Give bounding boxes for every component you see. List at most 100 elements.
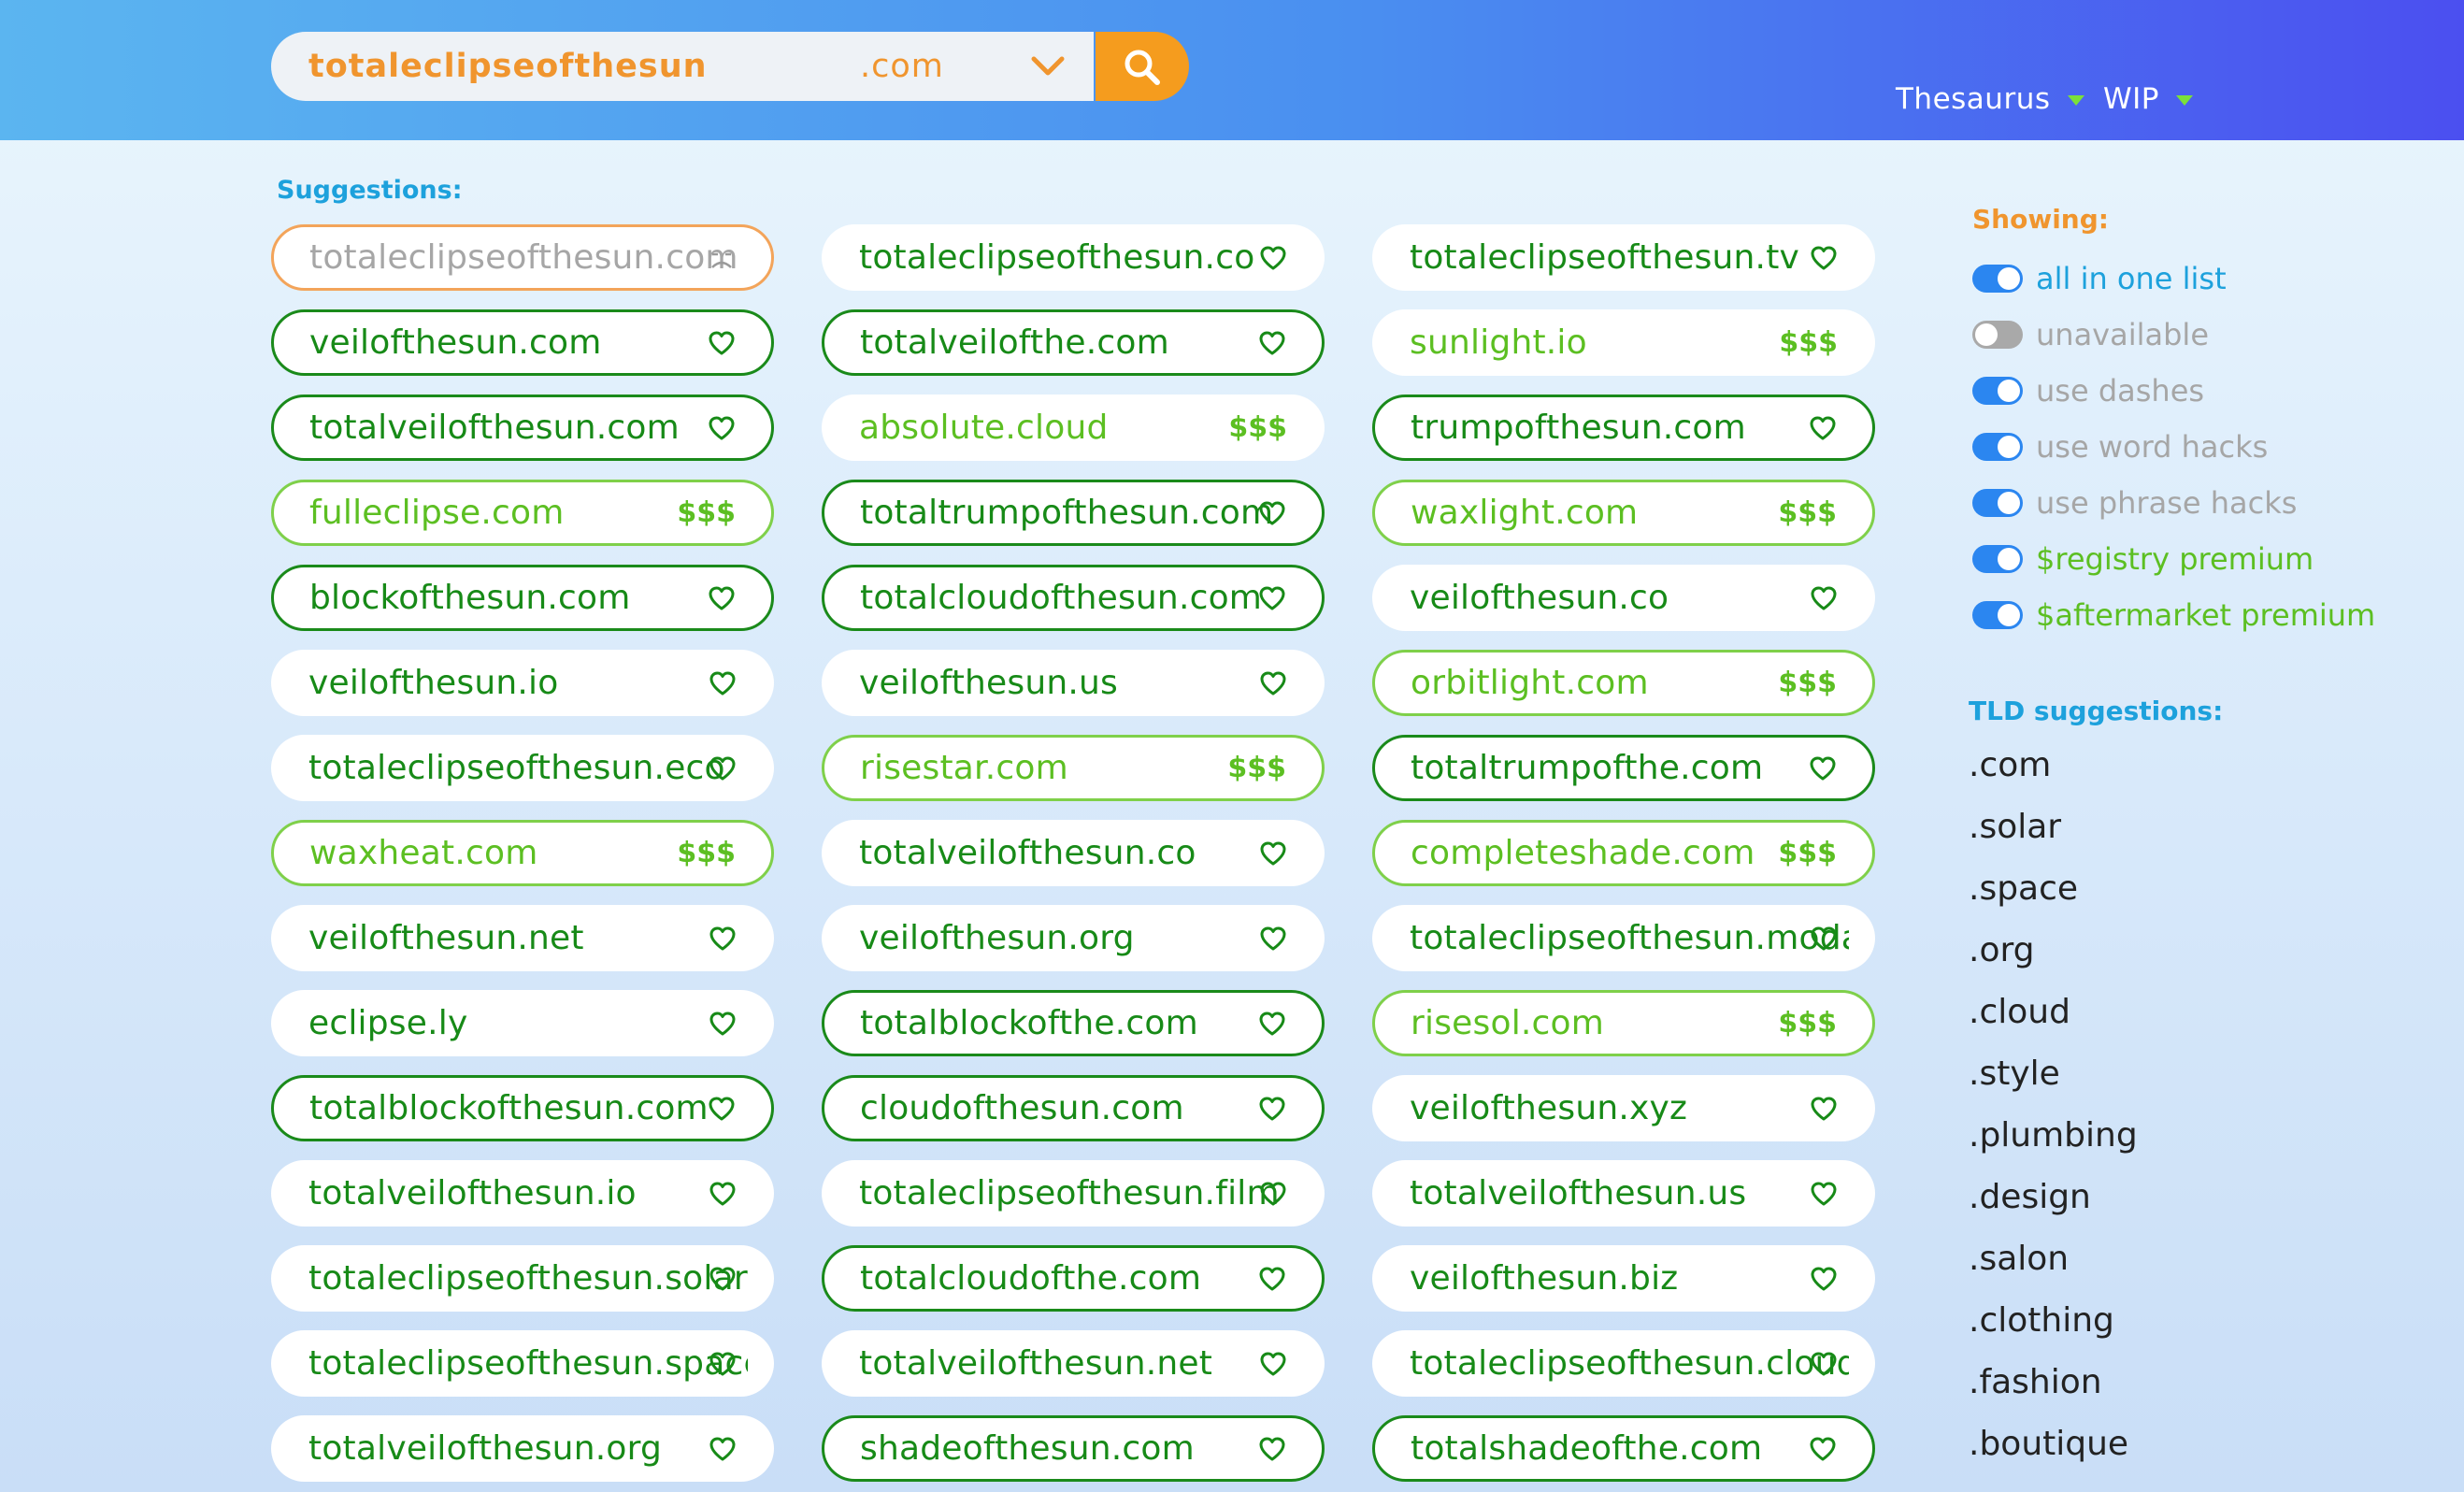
- heart-icon[interactable]: [1810, 1247, 1838, 1310]
- heart-icon[interactable]: [708, 397, 736, 458]
- heart-icon[interactable]: [1258, 1078, 1286, 1139]
- domain-suggestion-card[interactable]: totalveilofthesun.us: [1372, 1160, 1875, 1227]
- heart-icon[interactable]: [1810, 1332, 1838, 1395]
- domain-suggestion-card[interactable]: totaltrumpofthesun.com: [822, 480, 1325, 546]
- heart-icon[interactable]: [1810, 907, 1838, 969]
- heart-icon[interactable]: [1258, 1418, 1286, 1479]
- heart-icon[interactable]: [709, 907, 737, 969]
- tld-suggestion-item[interactable]: .boutique: [1969, 1425, 2128, 1463]
- domain-suggestion-card[interactable]: cloudofthesun.com: [822, 1075, 1325, 1141]
- domain-suggestion-card[interactable]: totaleclipseofthesun.moda: [1372, 905, 1875, 971]
- domain-suggestion-card[interactable]: totaleclipseofthesun.film: [822, 1160, 1325, 1227]
- heart-icon[interactable]: [709, 1162, 737, 1225]
- toggle-switch[interactable]: [1972, 489, 2023, 517]
- heart-icon[interactable]: [1809, 1418, 1837, 1479]
- domain-suggestion-card[interactable]: totalveilofthesun.io: [271, 1160, 774, 1227]
- toggle-switch[interactable]: [1972, 265, 2023, 293]
- heart-icon[interactable]: [1259, 226, 1287, 289]
- search-input[interactable]: totaleclipseofthesun: [308, 32, 708, 101]
- domain-suggestion-card[interactable]: totaleclipseofthesun.com: [271, 224, 774, 291]
- tld-suggestion-item[interactable]: .cloud: [1969, 993, 2070, 1031]
- domain-suggestion-card[interactable]: totalveilofthe.com: [822, 309, 1325, 376]
- tld-suggestion-item[interactable]: .design: [1969, 1178, 2091, 1216]
- domain-suggestion-card[interactable]: totaleclipseofthesun.eco: [271, 735, 774, 801]
- heart-icon[interactable]: [709, 1247, 737, 1310]
- heart-icon[interactable]: [1259, 652, 1287, 714]
- domain-suggestion-card[interactable]: veilofthesun.xyz: [1372, 1075, 1875, 1141]
- heart-icon[interactable]: [708, 567, 736, 628]
- domain-suggestion-card[interactable]: risesol.com $$$: [1372, 990, 1875, 1056]
- heart-icon[interactable]: [709, 652, 737, 714]
- tld-suggestion-item[interactable]: .plumbing: [1969, 1116, 2138, 1155]
- domain-suggestion-card[interactable]: totaleclipseofthesun.solar: [271, 1245, 774, 1312]
- search-field[interactable]: totaleclipseofthesun .com: [271, 32, 1094, 101]
- domain-suggestion-card[interactable]: veilofthesun.org: [822, 905, 1325, 971]
- heart-icon[interactable]: [708, 312, 736, 373]
- frown-icon[interactable]: [708, 227, 736, 288]
- domain-suggestion-card[interactable]: absolute.cloud $$$: [822, 395, 1325, 461]
- domain-suggestion-card[interactable]: veilofthesun.us: [822, 650, 1325, 716]
- domain-suggestion-card[interactable]: waxheat.com $$$: [271, 820, 774, 886]
- showing-option[interactable]: use dashes: [1972, 372, 2204, 409]
- toggle-switch[interactable]: [1972, 601, 2023, 629]
- showing-option[interactable]: all in one list: [1972, 260, 2227, 297]
- domain-suggestion-card[interactable]: veilofthesun.biz: [1372, 1245, 1875, 1312]
- heart-icon[interactable]: [709, 992, 737, 1054]
- domain-suggestion-card[interactable]: veilofthesun.net: [271, 905, 774, 971]
- domain-suggestion-card[interactable]: totaleclipseofthesun.tv: [1372, 224, 1875, 291]
- showing-option[interactable]: use phrase hacks: [1972, 484, 2297, 522]
- premium-price-tag[interactable]: $$$: [1228, 396, 1287, 459]
- domain-suggestion-card[interactable]: totalveilofthesun.com: [271, 395, 774, 461]
- domain-suggestion-card[interactable]: sunlight.io $$$: [1372, 309, 1875, 376]
- heart-icon[interactable]: [1259, 1162, 1287, 1225]
- domain-suggestion-card[interactable]: totalveilofthesun.org: [271, 1415, 774, 1482]
- domain-suggestion-card[interactable]: totalveilofthesun.co: [822, 820, 1325, 886]
- tld-select[interactable]: .com: [860, 32, 944, 101]
- domain-suggestion-card[interactable]: orbitlight.com $$$: [1372, 650, 1875, 716]
- tld-suggestion-item[interactable]: .org: [1969, 931, 2035, 969]
- premium-price-tag[interactable]: $$$: [1227, 738, 1286, 798]
- heart-icon[interactable]: [1810, 226, 1838, 289]
- premium-price-tag[interactable]: $$$: [1778, 653, 1837, 713]
- search-button[interactable]: [1096, 32, 1189, 101]
- premium-price-tag[interactable]: $$$: [1778, 482, 1837, 543]
- tld-suggestion-item[interactable]: .style: [1969, 1054, 2060, 1093]
- heart-icon[interactable]: [709, 737, 737, 799]
- heart-icon[interactable]: [1810, 1077, 1838, 1140]
- heart-icon[interactable]: [1259, 822, 1287, 884]
- heart-icon[interactable]: [1809, 397, 1837, 458]
- heart-icon[interactable]: [709, 1417, 737, 1480]
- domain-suggestion-card[interactable]: veilofthesun.com: [271, 309, 774, 376]
- tld-suggestion-item[interactable]: .salon: [1969, 1240, 2069, 1278]
- domain-suggestion-card[interactable]: veilofthesun.io: [271, 650, 774, 716]
- heart-icon[interactable]: [1810, 1162, 1838, 1225]
- domain-suggestion-card[interactable]: shadeofthesun.com: [822, 1415, 1325, 1482]
- domain-suggestion-card[interactable]: totalblockofthe.com: [822, 990, 1325, 1056]
- heart-icon[interactable]: [1810, 567, 1838, 629]
- showing-option[interactable]: $registry premium: [1972, 540, 2314, 578]
- heart-icon[interactable]: [708, 1078, 736, 1139]
- premium-price-tag[interactable]: $$$: [1778, 823, 1837, 883]
- heart-icon[interactable]: [709, 1332, 737, 1395]
- domain-suggestion-card[interactable]: risestar.com $$$: [822, 735, 1325, 801]
- heart-icon[interactable]: [1259, 1332, 1287, 1395]
- domain-suggestion-card[interactable]: totaltrumpofthe.com: [1372, 735, 1875, 801]
- domain-suggestion-card[interactable]: totalcloudofthe.com: [822, 1245, 1325, 1312]
- domain-suggestion-card[interactable]: veilofthesun.co: [1372, 565, 1875, 631]
- toggle-switch[interactable]: [1972, 377, 2023, 405]
- showing-option[interactable]: unavailable: [1972, 316, 2209, 353]
- domain-suggestion-card[interactable]: blockofthesun.com: [271, 565, 774, 631]
- tld-suggestion-item[interactable]: .clothing: [1969, 1301, 2114, 1340]
- heart-icon[interactable]: [1259, 907, 1287, 969]
- nav-wip[interactable]: WIP: [2103, 79, 2193, 120]
- heart-icon[interactable]: [1809, 738, 1837, 798]
- domain-suggestion-card[interactable]: eclipse.ly: [271, 990, 774, 1056]
- toggle-switch[interactable]: [1972, 321, 2023, 349]
- domain-suggestion-card[interactable]: totalveilofthesun.net: [822, 1330, 1325, 1397]
- heart-icon[interactable]: [1258, 993, 1286, 1054]
- domain-suggestion-card[interactable]: totalshadeofthe.com: [1372, 1415, 1875, 1482]
- nav-thesaurus[interactable]: Thesaurus: [1896, 79, 2084, 120]
- domain-suggestion-card[interactable]: totalblockofthesun.com: [271, 1075, 774, 1141]
- heart-icon[interactable]: [1258, 312, 1286, 373]
- domain-suggestion-card[interactable]: completeshade.com $$$: [1372, 820, 1875, 886]
